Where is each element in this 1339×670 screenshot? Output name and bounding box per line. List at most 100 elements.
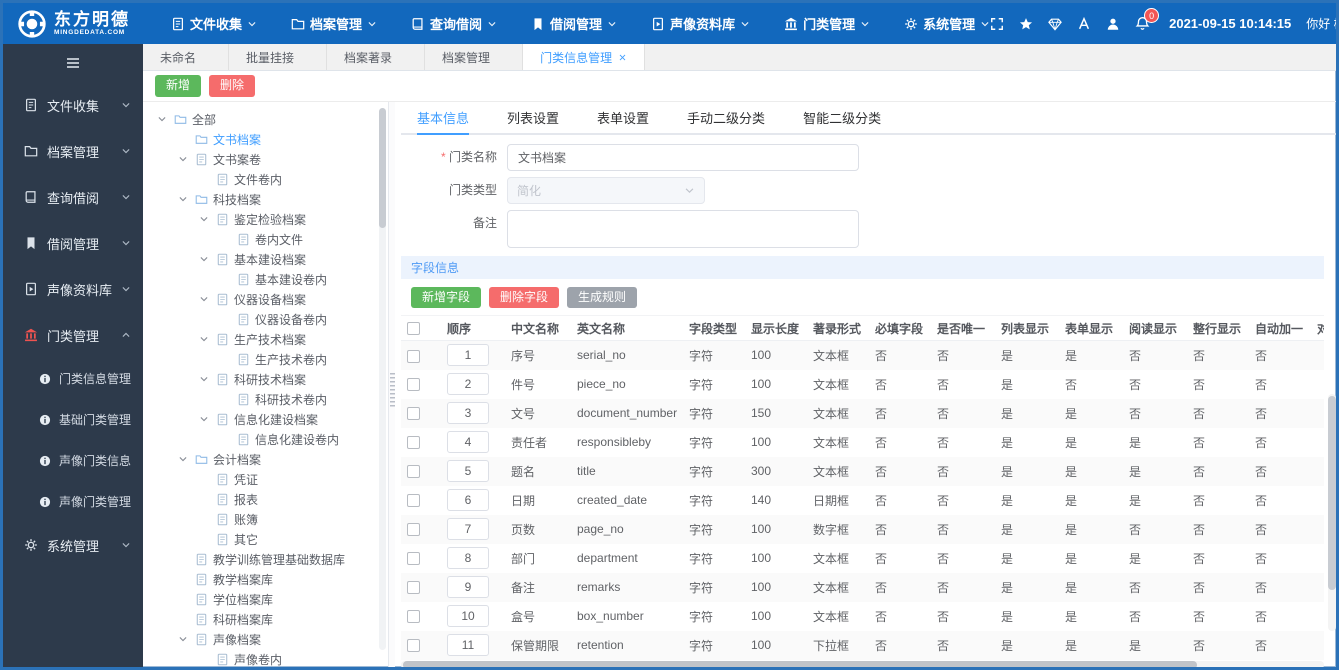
top-nav-item[interactable]: 查询借阅 bbox=[411, 14, 497, 33]
tree-node[interactable]: 科研技术卷内 bbox=[143, 389, 395, 409]
row-checkbox[interactable] bbox=[407, 552, 420, 566]
star-icon[interactable] bbox=[1019, 17, 1033, 31]
row-checkbox[interactable] bbox=[407, 407, 420, 421]
order-input[interactable]: 5 bbox=[447, 460, 489, 483]
tree-node[interactable]: 信息化建设档案 bbox=[143, 409, 395, 429]
font-size-icon[interactable] bbox=[1077, 16, 1091, 31]
sidebar-item[interactable]: 系统管理 bbox=[3, 522, 143, 568]
tree-node[interactable]: 文件卷内 bbox=[143, 169, 395, 189]
select-all-checkbox[interactable] bbox=[407, 322, 420, 336]
row-checkbox[interactable] bbox=[407, 378, 420, 392]
sidebar-subitem[interactable]: 声像门类管理 bbox=[3, 481, 143, 522]
gem-icon[interactable] bbox=[1048, 17, 1062, 31]
chevron-down-icon[interactable] bbox=[178, 194, 190, 204]
tree-node[interactable]: 卷内文件 bbox=[143, 229, 395, 249]
order-input[interactable]: 4 bbox=[447, 431, 489, 454]
tree-node[interactable]: 学位档案库 bbox=[143, 589, 395, 609]
top-nav-item[interactable]: 系统管理 bbox=[904, 14, 990, 33]
remark-textarea[interactable] bbox=[507, 210, 859, 248]
order-input[interactable]: 7 bbox=[447, 518, 489, 541]
tree-node[interactable]: 文书档案 bbox=[143, 129, 395, 149]
remove-field-button[interactable]: 删除字段 bbox=[489, 287, 560, 309]
tree-node[interactable]: 信息化建设卷内 bbox=[143, 429, 395, 449]
user-icon[interactable] bbox=[1106, 17, 1120, 31]
order-input[interactable]: 1 bbox=[447, 344, 489, 367]
bell-icon[interactable]: 0 bbox=[1135, 8, 1160, 31]
add-button[interactable]: 新增 bbox=[155, 75, 202, 97]
tree-node[interactable]: 生产技术档案 bbox=[143, 329, 395, 349]
tree-node[interactable]: 科技档案 bbox=[143, 189, 395, 209]
chevron-down-icon[interactable] bbox=[199, 414, 211, 424]
tree-node[interactable]: 生产技术卷内 bbox=[143, 349, 395, 369]
generate-rule-button[interactable]: 生成规则 bbox=[567, 287, 638, 309]
sidebar-subitem[interactable]: 基础门类管理 bbox=[3, 399, 143, 440]
chevron-down-icon[interactable] bbox=[178, 454, 190, 464]
top-nav-item[interactable]: 声像资料库 bbox=[651, 14, 750, 33]
work-tab[interactable]: 门类信息管理 bbox=[523, 44, 646, 70]
tree-node[interactable]: 教学训练管理基础数据库 bbox=[143, 549, 395, 569]
row-checkbox[interactable] bbox=[407, 581, 420, 595]
add-field-button[interactable]: 新增字段 bbox=[411, 287, 482, 309]
row-checkbox[interactable] bbox=[407, 494, 420, 508]
order-input[interactable]: 9 bbox=[447, 576, 489, 599]
top-nav-item[interactable]: 门类管理 bbox=[784, 14, 870, 33]
row-checkbox[interactable] bbox=[407, 349, 420, 363]
work-tab[interactable]: 未命名 bbox=[143, 44, 230, 70]
sidebar-item[interactable]: 声像资料库 bbox=[3, 266, 143, 312]
work-tab[interactable]: 批量挂接 bbox=[229, 44, 328, 70]
tree-node[interactable]: 基本建设卷内 bbox=[143, 269, 395, 289]
tree-node[interactable]: 基本建设档案 bbox=[143, 249, 395, 269]
tree-node[interactable]: 仪器设备卷内 bbox=[143, 309, 395, 329]
user-greeting[interactable]: 你好 杨标 bbox=[1306, 15, 1336, 32]
sidebar-item[interactable]: 借阅管理 bbox=[3, 220, 143, 266]
row-checkbox[interactable] bbox=[407, 436, 420, 450]
sidebar-item-category[interactable]: 门类管理 bbox=[3, 312, 143, 358]
work-tab[interactable]: 档案著录 bbox=[327, 44, 426, 70]
work-tab[interactable]: 档案管理 bbox=[425, 44, 524, 70]
order-input[interactable]: 6 bbox=[447, 489, 489, 512]
chevron-down-icon[interactable] bbox=[199, 334, 211, 344]
tree-node[interactable]: 凭证 bbox=[143, 469, 395, 489]
sidebar-item[interactable]: 档案管理 bbox=[3, 128, 143, 174]
table-vertical-scrollbar[interactable] bbox=[1328, 394, 1336, 631]
category-name-input[interactable] bbox=[507, 144, 859, 171]
sidebar-collapse-button[interactable] bbox=[3, 44, 143, 82]
fullscreen-icon[interactable] bbox=[990, 17, 1004, 31]
sidebar-subitem[interactable]: 声像门类信息 bbox=[3, 440, 143, 481]
order-input[interactable]: 10 bbox=[447, 605, 489, 628]
top-nav-item[interactable]: 档案管理 bbox=[291, 14, 377, 33]
detail-tab[interactable]: 手动二级分类 bbox=[687, 102, 765, 133]
detail-tab[interactable]: 智能二级分类 bbox=[803, 102, 881, 133]
chevron-down-icon[interactable] bbox=[199, 294, 211, 304]
chevron-down-icon[interactable] bbox=[199, 374, 211, 384]
tree-node[interactable]: 仪器设备档案 bbox=[143, 289, 395, 309]
tree-node[interactable]: 文书案卷 bbox=[143, 149, 395, 169]
tree-node[interactable]: 其它 bbox=[143, 529, 395, 549]
tree-node[interactable]: 全部 bbox=[143, 109, 395, 129]
chevron-down-icon[interactable] bbox=[157, 114, 169, 124]
tree-node[interactable]: 声像档案 bbox=[143, 629, 395, 649]
row-checkbox[interactable] bbox=[407, 610, 420, 624]
tree-node[interactable]: 账簿 bbox=[143, 509, 395, 529]
category-type-select[interactable]: 简化 bbox=[507, 177, 705, 204]
sidebar-item[interactable]: 文件收集 bbox=[3, 82, 143, 128]
tree-node[interactable]: 科研技术档案 bbox=[143, 369, 395, 389]
chevron-down-icon[interactable] bbox=[199, 214, 211, 224]
top-nav-item[interactable]: 文件收集 bbox=[171, 14, 257, 33]
detail-tab[interactable]: 表单设置 bbox=[597, 102, 649, 133]
order-input[interactable]: 2 bbox=[447, 373, 489, 396]
chevron-down-icon[interactable] bbox=[178, 634, 190, 644]
top-nav-item[interactable]: 借阅管理 bbox=[531, 14, 617, 33]
order-input[interactable]: 3 bbox=[447, 402, 489, 425]
row-checkbox[interactable] bbox=[407, 639, 420, 653]
table-horizontal-scrollbar[interactable] bbox=[401, 660, 1324, 667]
delete-button[interactable]: 删除 bbox=[209, 75, 256, 97]
tree-node[interactable]: 声像卷内 bbox=[143, 649, 395, 667]
tree-node[interactable]: 鉴定检验档案 bbox=[143, 209, 395, 229]
detail-tab[interactable]: 基本信息 bbox=[417, 102, 470, 135]
panel-splitter[interactable] bbox=[388, 102, 395, 667]
order-input[interactable]: 8 bbox=[447, 547, 489, 570]
detail-tab[interactable]: 列表设置 bbox=[507, 102, 559, 133]
sidebar-subitem[interactable]: 门类信息管理 bbox=[3, 358, 143, 399]
chevron-down-icon[interactable] bbox=[178, 154, 190, 164]
